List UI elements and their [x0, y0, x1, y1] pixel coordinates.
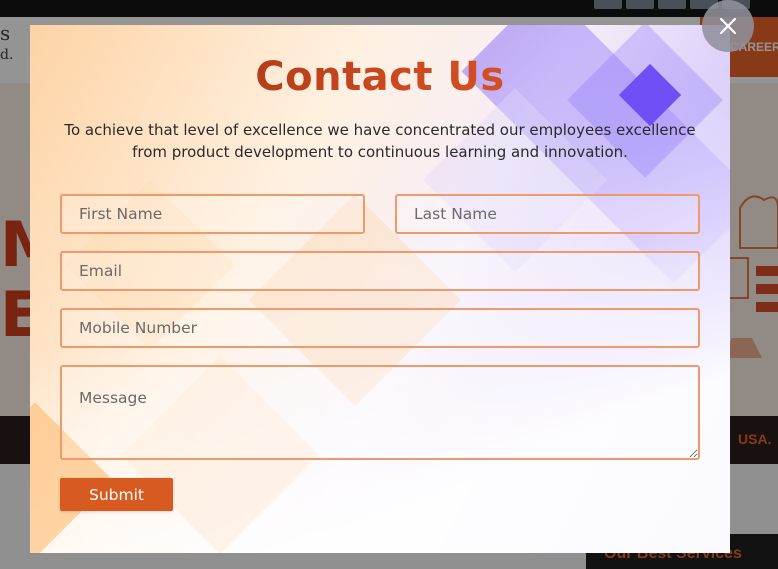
modal-content: Contact Us To achieve that level of exce…	[30, 25, 730, 553]
close-button[interactable]	[702, 0, 754, 52]
modal-title: Contact Us	[30, 53, 730, 101]
last-name-field[interactable]	[395, 194, 700, 234]
close-icon	[719, 17, 737, 35]
message-field[interactable]	[60, 365, 700, 460]
modal-description: To achieve that level of excellence we h…	[64, 121, 696, 161]
email-field[interactable]	[60, 251, 700, 291]
mobile-number-field[interactable]	[60, 308, 700, 348]
first-name-field[interactable]	[60, 194, 365, 234]
submit-button[interactable]: Submit	[60, 478, 173, 511]
contact-modal: Contact Us To achieve that level of exce…	[30, 25, 730, 553]
